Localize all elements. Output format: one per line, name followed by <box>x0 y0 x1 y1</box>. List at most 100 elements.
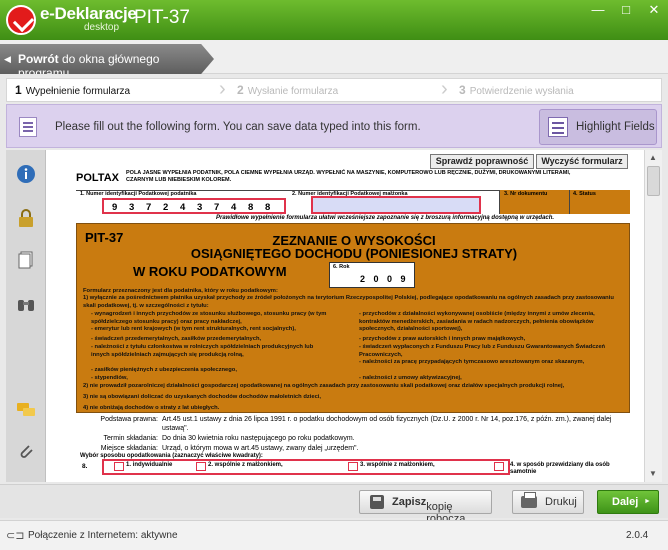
paragraph-1: 1) wyłącznie za pośrednictwem płatnika u… <box>83 295 614 309</box>
highlight-fields-button[interactable]: Highlight Fields <box>539 109 657 145</box>
scroll-up-icon[interactable]: ▲ <box>649 153 657 162</box>
field-4-label-dark: 4. Status <box>573 191 596 197</box>
form-header-section: PIT-37 ZEZNANIE O WYSOKOŚCI OSIĄGNIĘTEGO… <box>76 223 630 413</box>
option-4-label: 4. w sposób przewidziany dla osób samotn… <box>510 462 610 475</box>
title-bar: e-Deklaracje desktop PIT-37 — □ ✕ <box>0 0 668 40</box>
save-draft-button[interactable]: Zapisz kopię roboczą <box>359 490 492 525</box>
right-item: - należności z umowy aktywizacyjnej, <box>359 375 462 381</box>
print-label: Drukuj <box>545 496 577 508</box>
print-button[interactable]: Drukuj <box>512 490 584 514</box>
nip-digit: 4 <box>180 202 186 213</box>
nip-digit: 8 <box>248 202 254 213</box>
back-to-main-button[interactable]: ◀ Powrót do okna głównego programu <box>0 44 214 74</box>
nip-digit: 9 <box>112 202 118 213</box>
minimize-button[interactable]: — <box>584 0 612 20</box>
clear-form-button[interactable]: Wyczyść formularz <box>536 154 628 169</box>
window-title: PIT-37 <box>134 7 190 28</box>
left-item: - wynagrodzeń i innych przychodów ze sto… <box>91 311 327 325</box>
comments-icon[interactable] <box>16 400 36 420</box>
close-button[interactable]: ✕ <box>640 0 668 20</box>
navigation-bar: ◀ Powrót do okna głównego programu <box>0 40 668 74</box>
info-row: Podstawa prawna: Art.45 ust.1 ustawy z d… <box>76 415 630 434</box>
wizard-steps: 1 Wypełnienie formularza › 2 Wysłanie form… <box>6 78 662 102</box>
info-row: Termin składania: Do dnia 30 kwietnia ro… <box>76 434 630 444</box>
attachment-icon[interactable] <box>16 442 36 462</box>
option-2-checkbox[interactable] <box>196 462 206 471</box>
paragraph-4: 4) nie obniżają dochodów o straty z lat … <box>83 405 220 411</box>
right-item: - należności za pracę przypadających tym… <box>359 359 585 365</box>
binoculars-icon[interactable] <box>16 294 36 314</box>
save-icon <box>370 495 384 509</box>
option-1-checkbox[interactable] <box>114 462 124 471</box>
nip-digit: 2 <box>163 202 169 213</box>
step-number: 3 <box>459 83 466 97</box>
row-number: 8. <box>82 463 88 470</box>
next-arrow-icon: ► <box>644 498 651 505</box>
left-item: - zasiłków pieniężnych z ubezpieczenia s… <box>91 367 237 373</box>
legal-note: POLA JASNE WYPEŁNIA PODATNIK, POLA CIEMN… <box>126 170 571 183</box>
logo-text: e-Deklaracje <box>40 4 137 23</box>
year-value: 2 0 0 9 <box>360 274 409 284</box>
next-button[interactable]: Dalej ► <box>597 490 659 514</box>
nip-digit: 3 <box>197 202 203 213</box>
step-separator-icon: › <box>441 78 448 100</box>
logo-subtitle: desktop <box>84 22 120 33</box>
step-separator-icon: › <box>219 78 226 100</box>
next-label: Dalej <box>612 496 639 508</box>
option-4-checkbox[interactable] <box>494 462 504 471</box>
nip-digit: 8 <box>265 202 271 213</box>
form-hint: Prawidłowe wypełnienie formularza ułatwi… <box>216 215 555 221</box>
highlight-icon <box>548 117 568 137</box>
version-label: 2.0.4 <box>626 530 649 541</box>
info-value: Do dnia 30 kwietnia roku następującego p… <box>162 435 355 442</box>
scroll-thumb[interactable] <box>647 166 660 196</box>
step-3: 3 Potwierdzenie wysłania <box>459 79 574 101</box>
paragraph-2: 2) nie prowadził pozarolniczej działalno… <box>83 383 565 389</box>
step-1: 1 Wypełnienie formularza <box>15 79 130 101</box>
back-arrow-icon: ◀ <box>4 54 11 64</box>
left-item: - stypendiów, <box>91 375 128 381</box>
paragraph-3: 3) nie są obowiązani doliczać do uzyskan… <box>83 394 322 400</box>
step-number: 1 <box>15 83 22 97</box>
option-3-checkbox[interactable] <box>348 462 358 471</box>
nip-digit: 7 <box>146 202 152 213</box>
right-item: - przychodów z praw autorskich i innych … <box>359 336 526 342</box>
nip-digit: 3 <box>129 202 135 213</box>
step-label: Wysłanie formularza <box>247 86 339 97</box>
back-label-bold: Powrót <box>18 52 59 66</box>
step-2: 2 Wysłanie formularza <box>237 79 338 101</box>
info-value: Art.45 ust.1 ustawy z dnia 26 lipca 1991… <box>162 416 612 432</box>
connection-icon: ⊂⊐ <box>6 530 25 542</box>
right-item: - przychodów z działalności wykonywanej … <box>359 311 595 332</box>
option-2-label: 2. wspólnie z małżonkiem, <box>208 462 283 468</box>
form-heading-3: W ROKU PODATKOWYM <box>133 264 287 279</box>
maximize-button[interactable]: □ <box>612 0 640 20</box>
form-viewport[interactable]: Sprawdź poprawność Wyczyść formularz POL… <box>46 150 644 482</box>
form-scrollbar[interactable]: ▲ ▼ <box>644 150 662 482</box>
form-icon <box>19 117 37 137</box>
spouse-nip-input[interactable] <box>311 196 481 214</box>
connection-status: Połączenie z Internetem: aktywne <box>28 530 178 541</box>
check-form-button[interactable]: Sprawdź poprawność <box>430 154 534 169</box>
nip-input[interactable]: 9 3 7 2 4 3 7 4 8 8 <box>102 198 286 214</box>
pages-icon[interactable] <box>16 250 36 270</box>
info-icon[interactable] <box>16 164 36 184</box>
info-key: Podstawa prawna: <box>100 416 158 423</box>
info-banner: Please fill out the following form. You … <box>6 104 662 148</box>
banner-text: Please fill out the following form. You … <box>55 121 421 133</box>
info-key: Miejsce składania: <box>100 445 158 452</box>
year-label: 6. Rok <box>333 264 350 270</box>
lock-icon[interactable] <box>16 208 36 228</box>
info-key: Termin składania: <box>103 435 158 442</box>
form-heading-2: OSIĄGNIĘTEGO DOCHODU (PONIESIONEJ STRATY… <box>190 246 518 261</box>
highlight-label: Highlight Fields <box>576 121 655 133</box>
left-item: - świadczeń przedemerytalnych, zasiłków … <box>91 336 262 342</box>
year-field[interactable]: 6. Rok 2 0 0 9 <box>329 262 415 288</box>
info-table: Podstawa prawna: Art.45 ust.1 ustawy z d… <box>76 415 630 454</box>
field-1-label: 1. Numer identyfikacji Podatkowej podatn… <box>80 191 197 197</box>
field-3-label-dark: 3. Nr dokumentu <box>504 191 548 197</box>
tool-sidebar <box>6 150 46 482</box>
print-icon <box>521 492 537 508</box>
scroll-down-icon[interactable]: ▼ <box>649 469 657 478</box>
option-3-label: 3. wspólnie z małżonkiem, <box>360 462 435 468</box>
